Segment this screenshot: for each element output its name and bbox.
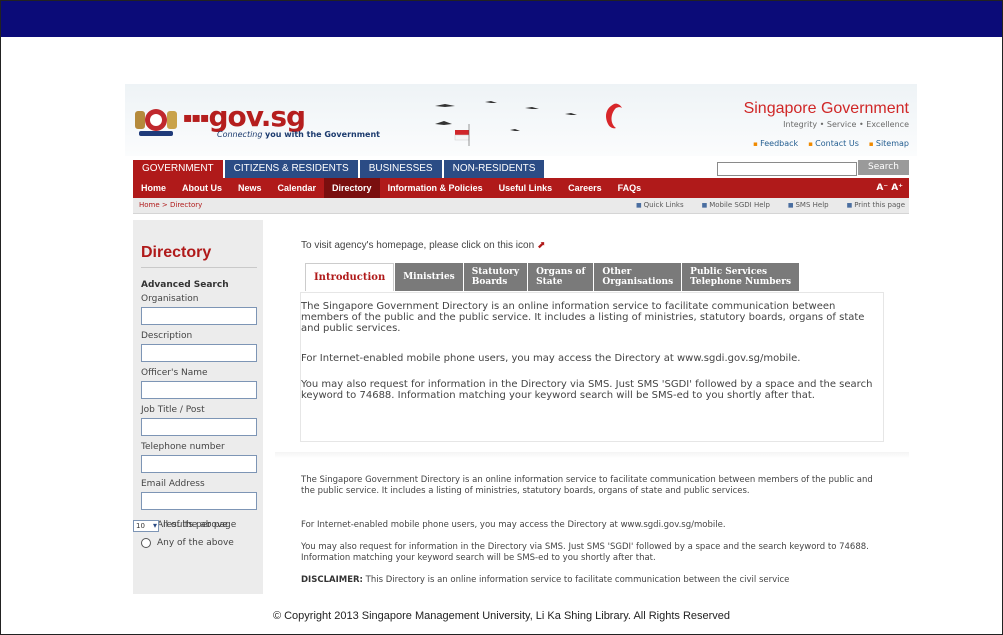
- visit-text: To visit agency's homepage, please click…: [301, 240, 535, 251]
- info-paragraph-1: The Singapore Government Directory is an…: [301, 475, 873, 496]
- gov-sg-logo[interactable]: ▪▪▪gov.sg: [183, 100, 306, 133]
- directory-tabs: Introduction Ministries Statutory Boards …: [305, 263, 800, 291]
- directory-sidebar: Directory Advanced Search Organisation D…: [133, 220, 263, 594]
- tagline-rest: you with the Government: [265, 130, 380, 139]
- introduction-panel: The Singapore Government Directory is an…: [301, 293, 883, 441]
- advanced-search-heading: Advanced Search: [141, 280, 229, 290]
- tab-public-services-telephone[interactable]: Public Services Telephone Numbers: [682, 263, 800, 291]
- print-page-link[interactable]: Print this page: [847, 201, 905, 209]
- main-nav: Home About Us News Calendar Directory In…: [133, 178, 909, 198]
- radio-any-row[interactable]: Any of the above: [141, 538, 234, 548]
- banner-birds-flag-icon: [435, 101, 577, 146]
- panel-divider: [275, 452, 909, 458]
- mobile-sgdi-help-link[interactable]: Mobile SGDI Help: [702, 201, 770, 209]
- email-label: Email Address: [141, 479, 205, 489]
- tab-other-organisations[interactable]: Other Organisations: [594, 263, 682, 291]
- nav-information-policies[interactable]: Information & Policies: [380, 178, 491, 198]
- description-label: Description: [141, 331, 193, 341]
- job-title-label: Job Title / Post: [141, 405, 205, 415]
- results-per-page-label: results per page: [163, 520, 237, 530]
- radio-any-label: Any of the above: [157, 538, 234, 548]
- tab-statutory-boards[interactable]: Statutory Boards: [463, 263, 528, 291]
- description-input[interactable]: [141, 344, 257, 362]
- singapore-government-title: Singapore Government: [743, 100, 909, 117]
- visit-instruction: To visit agency's homepage, please click…: [301, 240, 546, 251]
- external-link-icon: ⬈: [537, 240, 546, 251]
- logo-dots: ▪▪▪: [183, 110, 209, 126]
- officer-name-label: Officer's Name: [141, 368, 208, 378]
- utility-links: Feedback Contact Us Sitemap: [645, 139, 909, 148]
- copyright-footer: © Copyright 2013 Singapore Management Un…: [272, 610, 731, 622]
- logo-text: gov.sg: [208, 100, 306, 133]
- email-input[interactable]: [141, 492, 257, 510]
- organisation-label: Organisation: [141, 294, 199, 304]
- nav-news[interactable]: News: [230, 178, 270, 198]
- nav-faqs[interactable]: FAQs: [610, 178, 650, 198]
- audience-tabs: GOVERNMENT CITIZENS & RESIDENTS BUSINESS…: [133, 160, 546, 178]
- officer-name-input[interactable]: [141, 381, 257, 399]
- intro-paragraph-1: The Singapore Government Directory is an…: [301, 301, 865, 334]
- slide-top-bar: [1, 1, 1002, 37]
- search-button[interactable]: Search: [858, 160, 909, 175]
- nav-directory[interactable]: Directory: [324, 178, 380, 198]
- info-paragraph-3: You may also request for information in …: [301, 542, 869, 563]
- tab-non-residents[interactable]: NON-RESIDENTS: [443, 160, 545, 178]
- nav-about-us[interactable]: About Us: [174, 178, 230, 198]
- info-paragraph-2: For Internet-enabled mobile phone users,…: [301, 520, 726, 530]
- nav-calendar[interactable]: Calendar: [270, 178, 325, 198]
- quick-links-link[interactable]: Quick Links: [636, 201, 684, 209]
- sms-help-link[interactable]: SMS Help: [788, 201, 828, 209]
- intro-paragraph-2: For Internet-enabled mobile phone users,…: [301, 353, 801, 364]
- disclaimer-text: This Directory is an online information …: [362, 575, 790, 585]
- sitemap-link[interactable]: Sitemap: [869, 139, 909, 148]
- tab-government[interactable]: GOVERNMENT: [133, 160, 223, 178]
- sidebar-title: Directory: [141, 244, 212, 261]
- directory-main: To visit agency's homepage, please click…: [275, 220, 909, 594]
- organisation-input[interactable]: [141, 307, 257, 325]
- site-header: ▪▪▪gov.sg Connecting you with the Govern…: [125, 84, 917, 156]
- feedback-link[interactable]: Feedback: [753, 139, 798, 148]
- singapore-government-motto: Integrity • Service • Excellence: [783, 120, 909, 129]
- tagline-script: Connecting: [217, 130, 263, 139]
- sidebar-divider: [141, 267, 257, 268]
- contact-us-link[interactable]: Contact Us: [808, 139, 859, 148]
- job-title-input[interactable]: [141, 418, 257, 436]
- tab-organs-of-state[interactable]: Organs of State: [528, 263, 594, 291]
- nav-useful-links[interactable]: Useful Links: [491, 178, 561, 198]
- telephone-label: Telephone number: [141, 442, 225, 452]
- coat-of-arms-icon: [135, 109, 177, 136]
- page-tools: Quick Links Mobile SGDI Help SMS Help Pr…: [636, 201, 905, 209]
- font-size-controls[interactable]: A⁻ A⁺: [876, 178, 903, 198]
- website-screenshot: ▪▪▪gov.sg Connecting you with the Govern…: [125, 84, 917, 594]
- breadcrumb-bar: Home > Directory Quick Links Mobile SGDI…: [133, 198, 909, 214]
- tab-introduction[interactable]: Introduction: [305, 263, 395, 291]
- disclaimer-label: DISCLAIMER:: [301, 575, 363, 585]
- nav-careers[interactable]: Careers: [560, 178, 610, 198]
- singapore-lion-icon: [606, 103, 622, 129]
- results-per-page-select[interactable]: 10: [133, 520, 159, 532]
- logo-tagline: Connecting you with the Government: [217, 130, 380, 139]
- intro-paragraph-3: You may also request for information in …: [301, 379, 873, 401]
- radio-any[interactable]: [141, 538, 151, 548]
- tab-citizens-residents[interactable]: CITIZENS & RESIDENTS: [224, 160, 358, 178]
- disclaimer-paragraph: DISCLAIMER: This Directory is an online …: [301, 575, 883, 586]
- tab-businesses[interactable]: BUSINESSES: [359, 160, 442, 178]
- telephone-input[interactable]: [141, 455, 257, 473]
- breadcrumb[interactable]: Home > Directory: [139, 201, 202, 209]
- site-search-input[interactable]: [717, 162, 857, 176]
- nav-home[interactable]: Home: [133, 178, 174, 198]
- tab-ministries[interactable]: Ministries: [395, 263, 463, 291]
